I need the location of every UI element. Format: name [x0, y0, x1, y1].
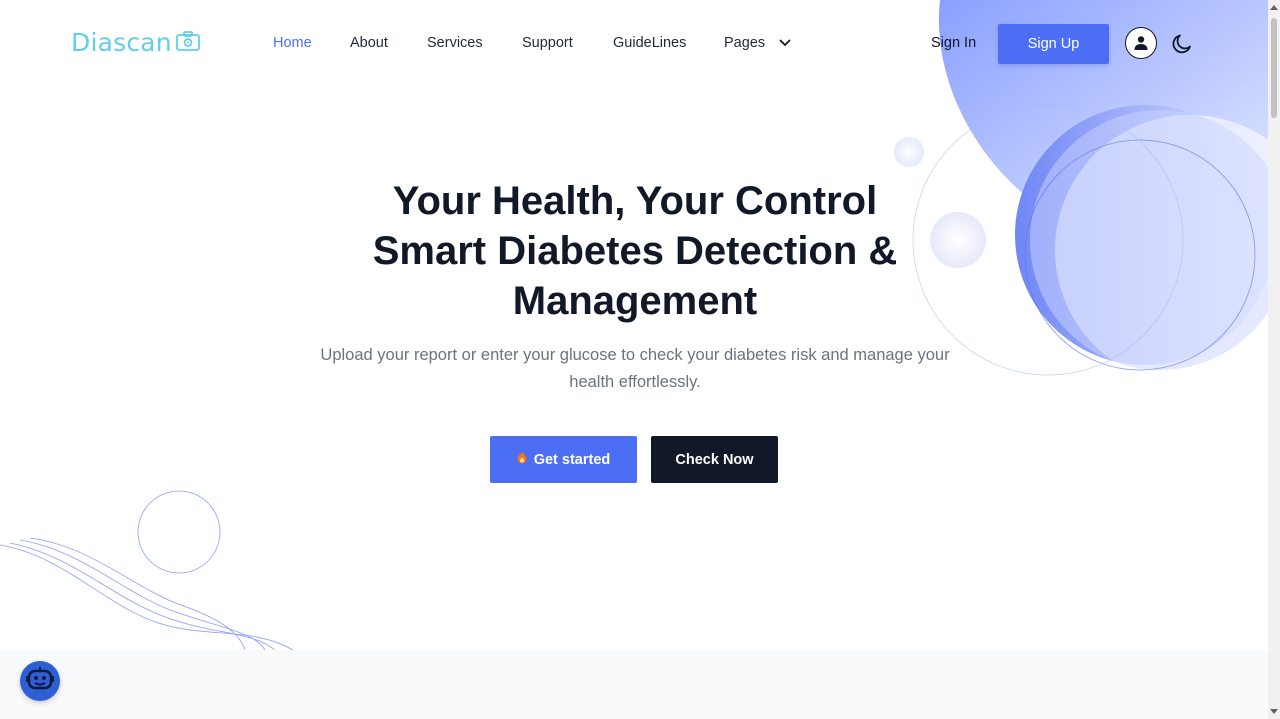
flame-icon: [517, 451, 527, 468]
hero-title-line: Your Health, Your Control: [392, 179, 878, 223]
page-scrollbar[interactable]: [1268, 0, 1280, 719]
camera-icon: [175, 28, 200, 57]
sign-up-button[interactable]: Sign Up: [998, 24, 1109, 64]
hero-title-line: Smart Diabetes Detection &: [372, 229, 898, 273]
hero-title: Your Health, Your Control Smart Diabetes…: [290, 176, 980, 326]
chevron-down-icon: [779, 35, 791, 51]
next-section-background: [0, 650, 1268, 719]
moon-icon[interactable]: [1170, 32, 1194, 61]
nav-item-guidelines[interactable]: GuideLines: [613, 35, 686, 51]
nav-item-pages-label: Pages: [724, 35, 766, 51]
user-icon[interactable]: [1125, 27, 1157, 59]
get-started-button[interactable]: Get started: [490, 436, 637, 483]
sign-in-link[interactable]: Sign In: [931, 35, 976, 51]
hero-subtitle: Upload your report or enter your glucose…: [320, 346, 950, 391]
get-started-label: Get started: [533, 451, 611, 468]
nav-item-about[interactable]: About: [350, 35, 388, 51]
robot-icon: [25, 664, 55, 699]
nav-item-services[interactable]: Services: [427, 35, 483, 51]
check-now-button[interactable]: Check Now: [651, 436, 778, 483]
hero-title-line: Management: [512, 279, 758, 323]
nav-item-home[interactable]: Home: [273, 35, 312, 51]
nav-item-pages[interactable]: Pages: [724, 35, 791, 51]
brand-logo[interactable]: Diascan: [71, 28, 200, 57]
scrollbar-thumb[interactable]: [1271, 18, 1277, 118]
chatbot-button[interactable]: [20, 661, 60, 701]
scroll-up-icon[interactable]: [1270, 5, 1278, 10]
brand-name: Diascan: [71, 28, 172, 57]
scroll-down-icon[interactable]: [1270, 709, 1278, 714]
nav-item-support[interactable]: Support: [522, 35, 573, 51]
